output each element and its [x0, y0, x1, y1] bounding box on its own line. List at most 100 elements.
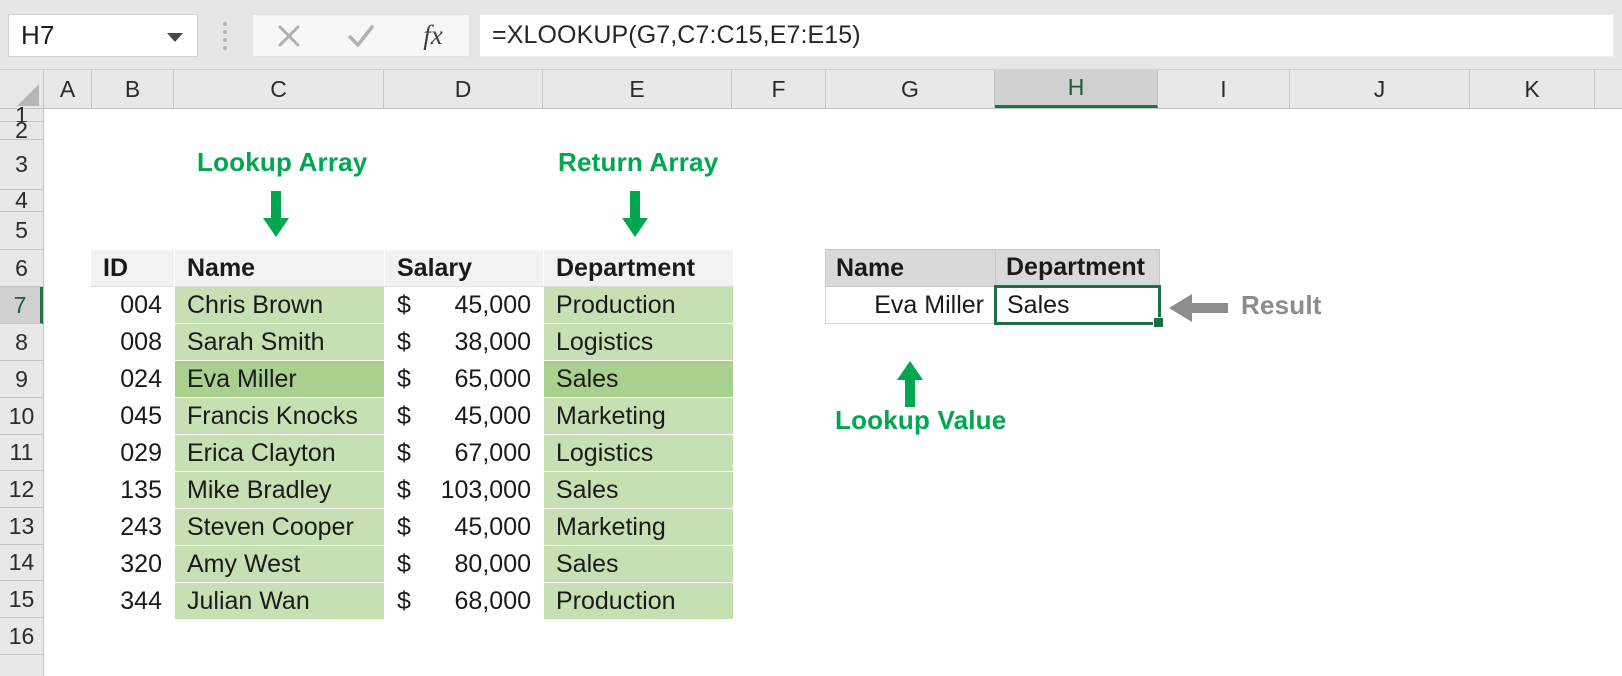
column-header-k[interactable]: K	[1470, 70, 1595, 108]
cell-id[interactable]: 320	[91, 546, 175, 583]
salary-amount: 68,000	[455, 587, 531, 616]
formula-bar: H7 fx =XLOOKUP(G7,C7:C15,E7:	[0, 0, 1622, 70]
fx-insert-function-icon[interactable]: fx	[397, 15, 469, 56]
cell-id[interactable]: 344	[91, 583, 175, 620]
column-header-f[interactable]: F	[732, 70, 826, 108]
column-header-g[interactable]: G	[826, 70, 995, 108]
cell-name[interactable]: Steven Cooper	[175, 509, 385, 546]
annotation-result-label: Result	[1241, 290, 1322, 321]
row-header-16[interactable]: 16	[0, 618, 43, 655]
salary-amount: 45,000	[455, 291, 531, 320]
cell-department[interactable]: Logistics	[544, 435, 734, 472]
cell-salary[interactable]: $38,000	[385, 324, 544, 361]
arrow-down-icon	[259, 191, 293, 239]
cell-salary[interactable]: $45,000	[385, 509, 544, 546]
currency-symbol: $	[397, 439, 411, 468]
lookup-value-cell[interactable]: Eva Miller	[826, 287, 996, 324]
cell-department[interactable]: Sales	[544, 472, 734, 509]
currency-symbol: $	[397, 587, 411, 616]
currency-symbol: $	[397, 513, 411, 542]
row-header-5[interactable]: 5	[0, 212, 43, 250]
column-header-e[interactable]: E	[543, 70, 732, 108]
column-header-c[interactable]: C	[174, 70, 384, 108]
salary-amount: 65,000	[455, 365, 531, 394]
column-header-h[interactable]: H	[995, 70, 1158, 108]
column-header-a[interactable]: A	[44, 70, 92, 108]
name-box[interactable]: H7	[8, 14, 198, 57]
cell-id[interactable]: 004	[91, 287, 175, 324]
cell-id[interactable]: 045	[91, 398, 175, 435]
row-header-14[interactable]: 14	[0, 545, 43, 581]
result-value-text: Sales	[1007, 291, 1070, 319]
row-header-11[interactable]: 11	[0, 435, 43, 471]
row-header-9[interactable]: 9	[0, 361, 43, 398]
cell-department[interactable]: Production	[544, 287, 734, 324]
column-header-row: ABCDEFGHIJK	[0, 70, 1622, 109]
result-value-cell[interactable]: Sales	[996, 287, 1160, 324]
table-row: 004Chris Brown$45,000Production	[91, 287, 734, 324]
cell-salary[interactable]: $45,000	[385, 287, 544, 324]
cell-department[interactable]: Logistics	[544, 324, 734, 361]
row-header-strip: 12345678910111213141516	[0, 109, 44, 676]
spreadsheet-app: H7 fx =XLOOKUP(G7,C7:C15,E7:	[0, 0, 1622, 676]
cell-name[interactable]: Erica Clayton	[175, 435, 385, 472]
cell-name[interactable]: Mike Bradley	[175, 472, 385, 509]
cell-id[interactable]: 135	[91, 472, 175, 509]
row-header-8[interactable]: 8	[0, 324, 43, 361]
cell-name[interactable]: Julian Wan	[175, 583, 385, 620]
table-row: 320Amy West$80,000Sales	[91, 546, 734, 583]
cell-department[interactable]: Marketing	[544, 398, 734, 435]
result-row: Eva Miller Sales	[826, 287, 1160, 324]
row-header-6[interactable]: 6	[0, 250, 43, 287]
column-header-b[interactable]: B	[92, 70, 174, 108]
col-header-name: Name	[175, 250, 385, 287]
table-row: 243Steven Cooper$45,000Marketing	[91, 509, 734, 546]
arrow-left-icon	[1166, 291, 1228, 325]
row-header-10[interactable]: 10	[0, 398, 43, 435]
cell-name[interactable]: Francis Knocks	[175, 398, 385, 435]
cell-id[interactable]: 024	[91, 361, 175, 398]
column-header-i[interactable]: I	[1158, 70, 1290, 108]
cell-department[interactable]: Sales	[544, 546, 734, 583]
cell-salary[interactable]: $45,000	[385, 398, 544, 435]
formula-input[interactable]: =XLOOKUP(G7,C7:C15,E7:E15)	[480, 14, 1614, 57]
row-header-2[interactable]: 2	[0, 122, 43, 140]
cell-name[interactable]: Chris Brown	[175, 287, 385, 324]
cell-name[interactable]: Eva Miller	[175, 361, 385, 398]
vertical-dots-grip-icon[interactable]	[222, 22, 228, 50]
cell-department[interactable]: Sales	[544, 361, 734, 398]
row-header-3[interactable]: 3	[0, 140, 43, 190]
result-lookup-table: Name Department Eva Miller Sales	[825, 249, 1161, 325]
cell-id[interactable]: 243	[91, 509, 175, 546]
column-header-d[interactable]: D	[384, 70, 543, 108]
cell-salary[interactable]: $103,000	[385, 472, 544, 509]
cell-salary[interactable]: $65,000	[385, 361, 544, 398]
cell-salary[interactable]: $67,000	[385, 435, 544, 472]
chevron-down-icon[interactable]	[167, 33, 183, 42]
cell-name[interactable]: Amy West	[175, 546, 385, 583]
arrow-up-icon	[893, 359, 927, 407]
row-header-12[interactable]: 12	[0, 471, 43, 508]
cell-department[interactable]: Production	[544, 583, 734, 620]
salary-amount: 45,000	[455, 513, 531, 542]
currency-symbol: $	[397, 365, 411, 394]
salary-amount: 80,000	[455, 550, 531, 579]
cell-id[interactable]: 029	[91, 435, 175, 472]
row-header-15[interactable]: 15	[0, 581, 43, 618]
cell-salary[interactable]: $68,000	[385, 583, 544, 620]
row-header-4[interactable]: 4	[0, 190, 43, 212]
cell-name[interactable]: Sarah Smith	[175, 324, 385, 361]
annotation-return-array-label: Return Array	[558, 147, 718, 178]
result-col-header-name: Name	[826, 250, 996, 287]
fill-handle-icon[interactable]	[1153, 317, 1164, 328]
cell-id[interactable]: 008	[91, 324, 175, 361]
column-header-j[interactable]: J	[1290, 70, 1470, 108]
confirm-check-icon[interactable]	[325, 15, 397, 56]
row-header-13[interactable]: 13	[0, 508, 43, 545]
cell-department[interactable]: Marketing	[544, 509, 734, 546]
cell-salary[interactable]: $80,000	[385, 546, 544, 583]
cancel-x-icon[interactable]	[253, 15, 325, 56]
row-header-7[interactable]: 7	[0, 287, 43, 324]
currency-symbol: $	[397, 291, 411, 320]
col-header-dept: Department	[544, 250, 734, 287]
